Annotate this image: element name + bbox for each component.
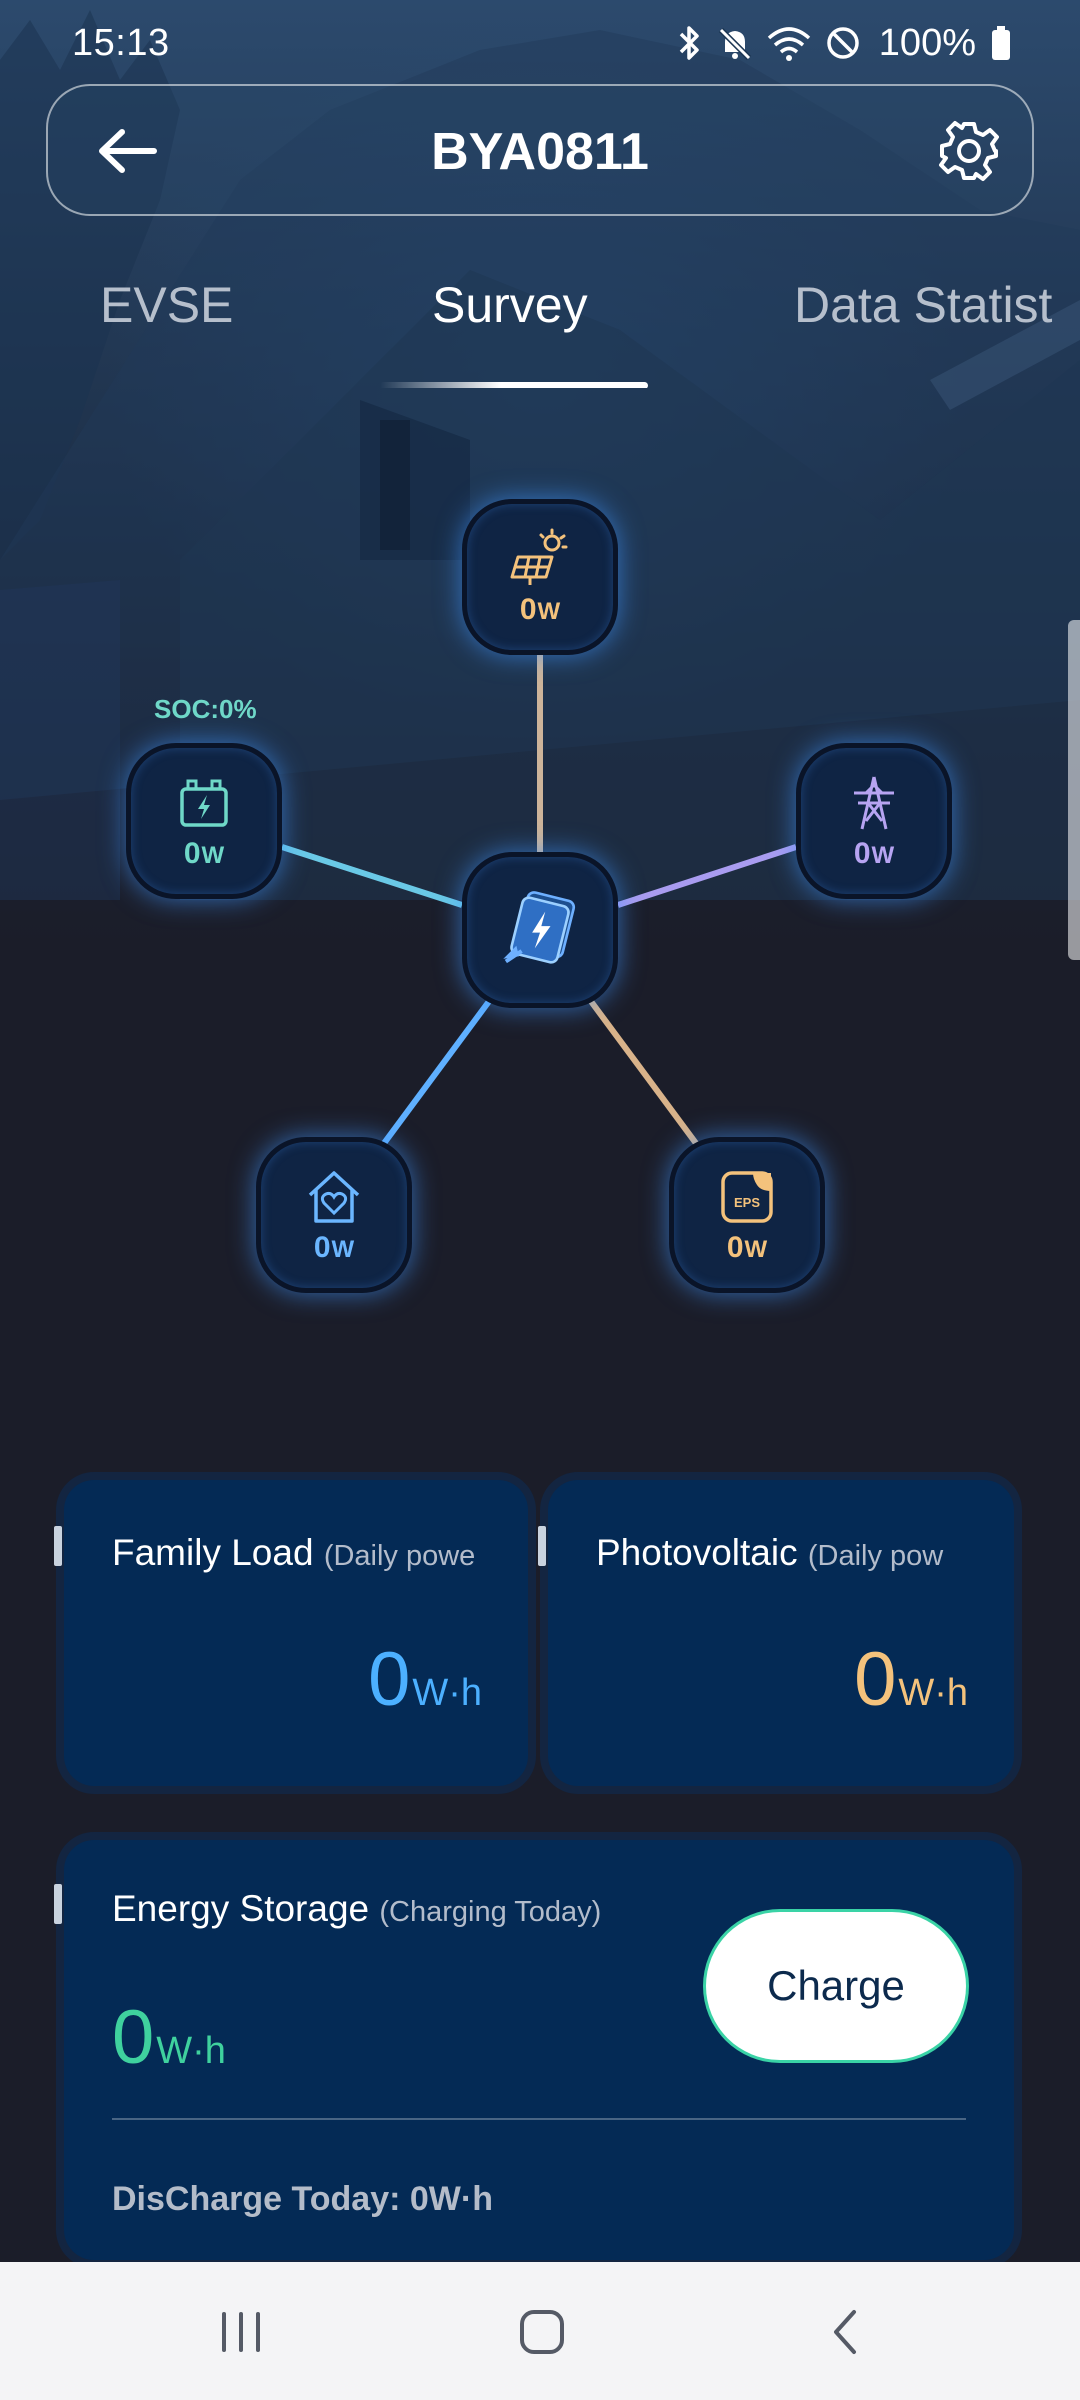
energy-storage-value: 0W·h <box>112 2000 226 2076</box>
recents-button[interactable] <box>196 2302 286 2362</box>
solar-panel-icon <box>510 528 568 585</box>
nav-back-button[interactable] <box>800 2302 890 2362</box>
family-load-label: Family Load <box>112 1532 314 1573</box>
page-title: BYA0811 <box>431 123 649 181</box>
inverter-icon <box>503 891 576 964</box>
battery-value: 0 <box>183 837 201 870</box>
family-load-subtitle: (Daily powe <box>323 1540 476 1572</box>
photovoltaic-subtitle: (Daily pow <box>807 1540 944 1572</box>
eps-unit: W <box>744 1236 768 1263</box>
home-button[interactable] <box>497 2302 587 2362</box>
battery-icon <box>990 24 1012 62</box>
home-value: 0 <box>313 1231 331 1264</box>
discharge-today: DisCharge Today: 0W·h <box>112 2180 493 2218</box>
home-unit: W <box>331 1236 355 1263</box>
inverter-node[interactable] <box>462 852 618 1008</box>
energy-storage-card: Energy Storage (Charging Today) 0W·h Cha… <box>54 1840 1014 2260</box>
divider <box>112 2118 966 2120</box>
recents-icon <box>222 2312 260 2352</box>
family-load-title: Family Load (Daily powe <box>112 1532 484 1574</box>
header-bar: BYA0811 <box>46 84 1034 216</box>
pv-node[interactable]: 0W <box>462 499 618 655</box>
tab-data-statistics[interactable]: Data Statist <box>794 276 1052 334</box>
tab-survey[interactable]: Survey <box>432 276 588 334</box>
tab-bar: EVSE Survey Data Statist <box>0 268 1080 388</box>
pv-value: 0 <box>519 593 537 626</box>
eps-value: 0 <box>726 1231 744 1264</box>
pv-unit: W <box>537 598 561 625</box>
tab-indicator <box>380 382 648 388</box>
card-marker <box>538 1526 546 1566</box>
battery-unit: W <box>201 842 225 869</box>
photovoltaic-number: 0 <box>854 1637 897 1722</box>
status-time: 15:13 <box>72 22 170 64</box>
home-icon <box>520 2310 564 2354</box>
energy-storage-label: Energy Storage <box>112 1888 370 1929</box>
photovoltaic-title: Photovoltaic (Daily pow <box>596 1532 968 1574</box>
home-heart-icon <box>308 1171 360 1223</box>
status-bar: 15:13 100% <box>0 0 1080 86</box>
eps-badge: EPS <box>734 1195 760 1210</box>
battery-node[interactable]: 0W <box>126 743 282 899</box>
card-marker <box>54 1526 62 1566</box>
energy-flow-diagram: 0W SOC:0% 0W 0W 0W EPS 0W <box>0 480 1080 1320</box>
tab-evse[interactable]: EVSE <box>100 276 233 334</box>
energy-storage-subtitle: (Charging Today) <box>379 1896 602 1928</box>
eps-node[interactable]: EPS 0W <box>669 1137 825 1293</box>
gear-icon <box>939 121 999 181</box>
eps-icon: EPS <box>721 1171 773 1223</box>
settings-button[interactable] <box>936 118 1002 184</box>
family-load-card[interactable]: Family Load (Daily powe 0W·h <box>54 1480 528 1786</box>
grid-value: 0 <box>853 837 871 870</box>
charge-button[interactable]: Charge <box>706 1912 966 2060</box>
energy-storage-title: Energy Storage (Charging Today) <box>112 1888 601 1930</box>
battery-icon <box>180 779 228 827</box>
back-icon <box>834 2310 856 2354</box>
energy-storage-number: 0 <box>112 1995 155 2080</box>
photovoltaic-label: Photovoltaic <box>596 1532 798 1573</box>
photovoltaic-unit: W·h <box>898 1672 968 1714</box>
battery-percent: 100% <box>878 21 976 64</box>
family-load-value: 0W·h <box>368 1642 482 1718</box>
soc-label: SOC:0% <box>154 694 257 724</box>
bluetooth-icon <box>675 24 703 62</box>
home-node[interactable]: 0W <box>256 1137 412 1293</box>
energy-storage-unit: W·h <box>156 2030 226 2072</box>
dnd-icon <box>825 24 861 62</box>
mute-icon <box>717 24 753 62</box>
grid-unit: W <box>871 842 895 869</box>
family-load-unit: W·h <box>412 1672 482 1714</box>
card-marker <box>54 1884 62 1924</box>
system-nav-bar <box>0 2262 1080 2400</box>
wifi-icon <box>767 24 811 62</box>
status-icons: 100% <box>675 20 1012 66</box>
grid-node[interactable]: 0W <box>796 743 952 899</box>
power-tower-icon <box>854 776 894 830</box>
family-load-number: 0 <box>368 1637 411 1722</box>
photovoltaic-value: 0W·h <box>854 1642 968 1718</box>
photovoltaic-card[interactable]: Photovoltaic (Daily pow 0W·h <box>538 1480 1014 1786</box>
